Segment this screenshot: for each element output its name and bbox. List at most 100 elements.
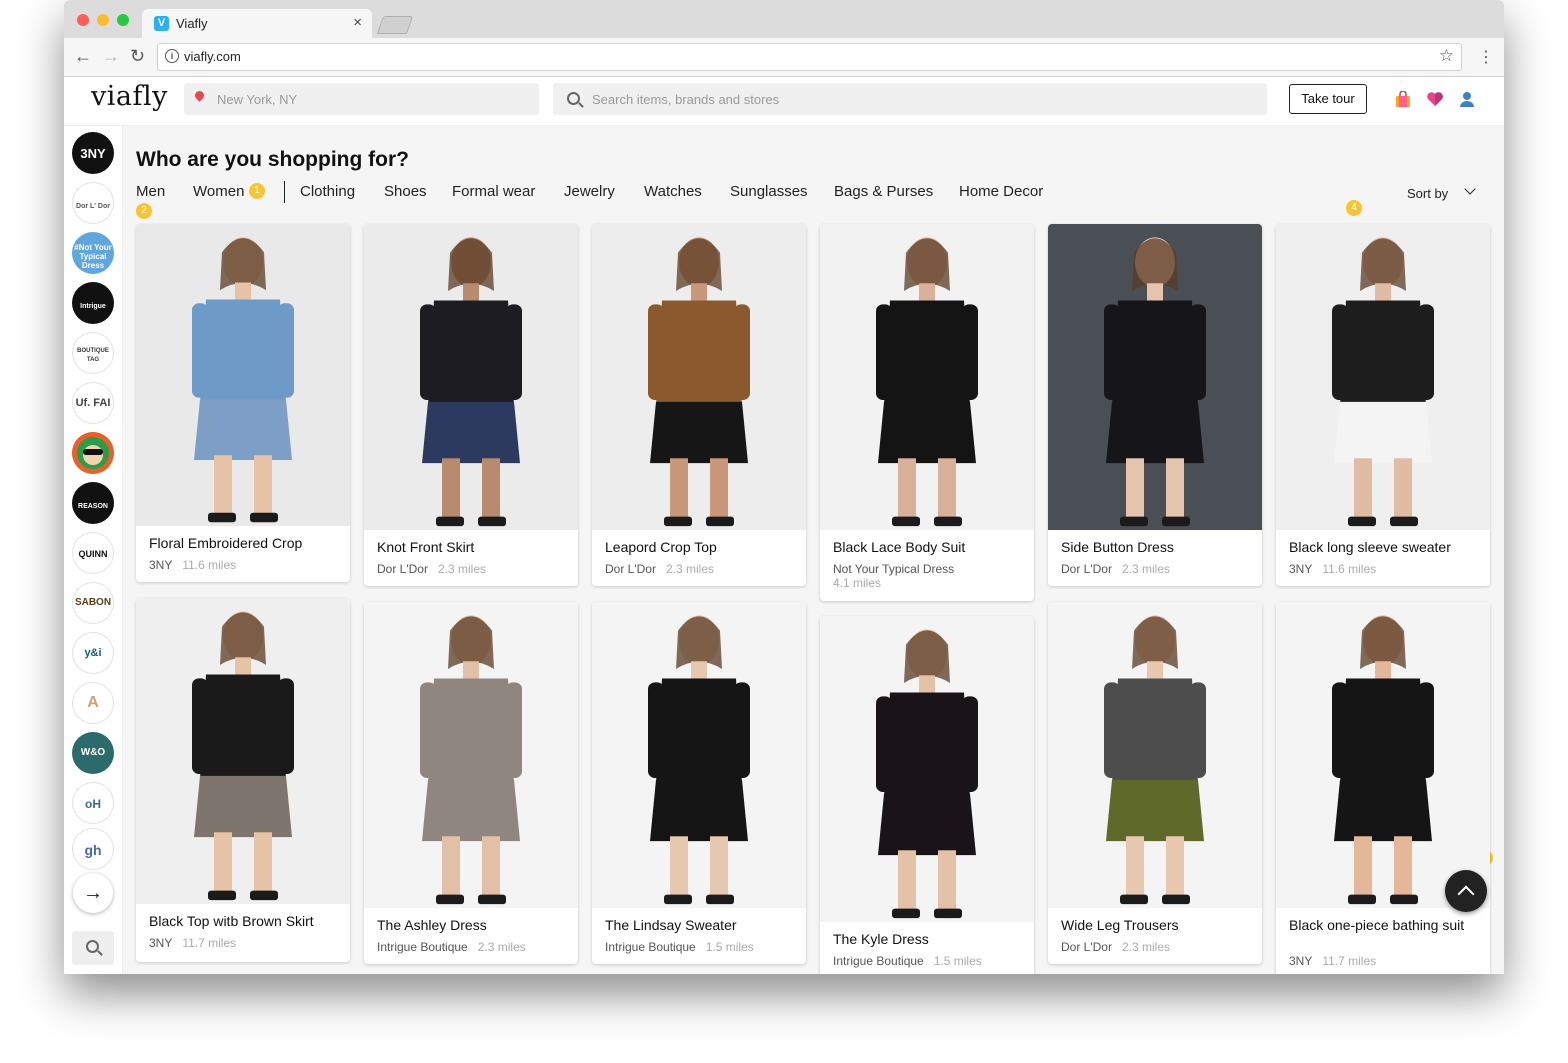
bookmark-star-icon[interactable]: ☆ (1439, 46, 1454, 66)
store-logo-intrigue[interactable]: Intrigue (72, 282, 114, 324)
browser-tab[interactable]: V Viafly × (142, 9, 372, 38)
product-image[interactable] (1276, 602, 1490, 908)
store-logo-reason[interactable]: REASON (72, 482, 114, 524)
store-logo-sabon[interactable]: SABON (72, 582, 114, 624)
product-image[interactable] (136, 598, 350, 904)
product-name[interactable]: Side Button Dress (1061, 540, 1174, 555)
minimize-window-button[interactable] (97, 14, 109, 26)
store-logo-oh[interactable]: oH (72, 782, 114, 824)
product-image[interactable] (820, 224, 1034, 530)
store-name[interactable]: Intrigue Boutique (377, 940, 468, 954)
back-icon[interactable]: ← (74, 46, 92, 67)
product-name[interactable]: The Kyle Dress (833, 932, 929, 947)
info-icon[interactable]: i (165, 49, 179, 63)
store-logo-monkey-store[interactable] (72, 432, 114, 474)
category-shoes[interactable]: Shoes (384, 183, 427, 200)
close-window-button[interactable] (77, 14, 89, 26)
store-logo-quinn[interactable]: QUINN (72, 532, 114, 574)
sidebar-expand-arrow-icon[interactable]: → (73, 873, 113, 913)
category-women[interactable]: Women (193, 183, 244, 200)
sidebar-search-button[interactable] (72, 931, 114, 965)
category-formal-wear[interactable]: Formal wear (452, 183, 535, 200)
product-image[interactable] (364, 602, 578, 908)
store-logo-label: Dor L' Dor (76, 202, 110, 210)
store-logo-dor-l-dor[interactable]: Dor L' Dor (72, 182, 114, 224)
address-bar[interactable]: i viafly.com ☆ (157, 43, 1462, 71)
store-logo-w-and-o[interactable]: W&O (72, 732, 114, 774)
category-jewelry[interactable]: Jewelry (564, 183, 615, 200)
product-card[interactable]: Black one-piece bathing suit 3NY 11.7 mile… (1276, 602, 1490, 974)
store-name[interactable]: Intrigue Boutique (833, 954, 924, 968)
page-title: Who are you shopping for? (136, 148, 409, 171)
zoom-window-button[interactable] (117, 14, 129, 26)
location-input[interactable]: New York, NY (184, 83, 539, 115)
product-card[interactable]: Black long sleeve sweater 3NY 11.6 miles (1276, 224, 1490, 586)
search-input[interactable]: Search items, brands and stores (553, 83, 1267, 115)
product-name[interactable]: The Lindsay Sweater (605, 918, 737, 933)
store-name[interactable]: 3NY (149, 558, 172, 572)
product-name[interactable]: Black Top witb Brown Skirt (149, 914, 314, 929)
product-card[interactable]: The Kyle Dress Intrigue Boutique 1.5 miles (820, 616, 1034, 974)
forward-icon[interactable]: → (102, 46, 120, 67)
product-name[interactable]: Floral Embroidered Crop (149, 536, 302, 551)
scroll-to-top-button[interactable] (1445, 870, 1487, 912)
heart-icon[interactable] (1426, 91, 1444, 107)
product-card[interactable]: Knot Front Skirt Dor L'Dor 2.3 miles (364, 224, 578, 586)
store-logo-3NY[interactable]: 3NY (72, 132, 114, 174)
category-sunglasses[interactable]: Sunglasses (730, 183, 808, 200)
store-name[interactable]: 3NY (1289, 954, 1312, 968)
product-card[interactable]: Wide Leg Trousers Dor L'Dor 2.3 miles (1048, 602, 1262, 964)
user-icon[interactable] (1459, 91, 1475, 107)
category-home-decor[interactable]: Home Decor (959, 183, 1043, 200)
category-watches[interactable]: Watches (644, 183, 702, 200)
product-image[interactable] (820, 616, 1034, 922)
product-image[interactable] (1276, 224, 1490, 530)
product-card[interactable]: Side Button Dress Dor L'Dor 2.3 miles (1048, 224, 1262, 586)
take-tour-button[interactable]: Take tour (1289, 84, 1367, 114)
product-card[interactable]: The Lindsay Sweater Intrigue Boutique 1.5 … (592, 602, 806, 964)
category-clothing[interactable]: Clothing (300, 183, 355, 200)
product-card[interactable]: Black Lace Body Suit Not Your Typical Dre… (820, 224, 1034, 601)
logo[interactable]: viafly (91, 81, 168, 112)
shopping-bag-icon[interactable] (1395, 91, 1411, 107)
product-name[interactable]: Black long sleeve sweater (1289, 540, 1451, 555)
store-logo-not-your-typical-dress[interactable]: #Not Your Typical Dress (72, 232, 114, 274)
product-card[interactable]: Black Top witb Brown Skirt 3NY 11.7 miles (136, 598, 350, 962)
store-logo-a-20[interactable]: A (72, 682, 114, 724)
product-name[interactable]: Knot Front Skirt (377, 540, 474, 555)
store-name[interactable]: Dor L'Dor (1061, 940, 1112, 954)
product-name[interactable]: Black one-piece bathing suit (1289, 918, 1469, 933)
store-name[interactable]: 3NY (1289, 562, 1312, 576)
product-card[interactable]: Floral Embroidered Crop 3NY 11.6 miles (136, 224, 350, 582)
category-bags-purses[interactable]: Bags & Purses (834, 183, 933, 200)
store-logo-gh[interactable]: gh (72, 828, 114, 870)
product-image[interactable] (136, 224, 350, 526)
product-name[interactable]: Black Lace Body Suit (833, 540, 965, 555)
new-tab-button[interactable] (376, 16, 414, 34)
product-card[interactable]: The Ashley Dress Intrigue Boutique 2.3 mil… (364, 602, 578, 964)
store-name[interactable]: Dor L'Dor (1061, 562, 1112, 576)
category-men[interactable]: Men (136, 183, 165, 200)
product-image[interactable] (1048, 602, 1262, 908)
store-logo-ysi[interactable]: y&i (72, 632, 114, 674)
product-image[interactable] (1048, 224, 1262, 530)
store-logo-boutique-tag[interactable]: BOUTIQUE TAG (72, 332, 114, 374)
product-name[interactable]: The Ashley Dress (377, 918, 487, 933)
browser-menu-icon[interactable]: ⋮ (1478, 47, 1494, 67)
reload-icon[interactable]: ↻ (130, 46, 145, 67)
store-name[interactable]: Dor L'Dor (605, 562, 656, 576)
product-image[interactable] (592, 602, 806, 908)
store-name[interactable]: Not Your Typical Dress (833, 562, 954, 576)
store-name[interactable]: Dor L'Dor (377, 562, 428, 576)
product-image[interactable] (364, 224, 578, 530)
product-card[interactable]: Leapord Crop Top Dor L'Dor 2.3 miles (592, 224, 806, 586)
sort-by-label[interactable]: Sort by (1407, 186, 1448, 201)
close-tab-icon[interactable]: × (353, 14, 362, 31)
product-image[interactable] (592, 224, 806, 530)
store-name[interactable]: 3NY (149, 936, 172, 950)
product-name[interactable]: Leapord Crop Top (605, 540, 717, 555)
product-name[interactable]: Wide Leg Trousers (1061, 918, 1179, 933)
chevron-down-icon[interactable] (1464, 183, 1476, 195)
store-name[interactable]: Intrigue Boutique (605, 940, 696, 954)
store-logo-uf-fai[interactable]: Uf. FAI (72, 382, 114, 424)
